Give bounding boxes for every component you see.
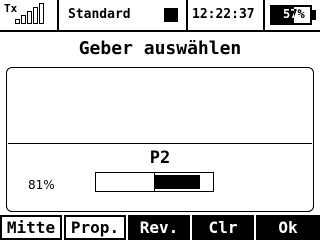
softkey-clr-label: Clr <box>208 218 238 237</box>
battery-percent: 57% <box>283 7 305 21</box>
status-bar: Tx Standard 12:22:37 57% <box>0 0 320 32</box>
softkey-mitte[interactable]: Mitte <box>0 215 62 240</box>
stop-icon <box>164 8 178 22</box>
softkey-rev[interactable]: Rev. <box>128 215 190 240</box>
tx-label: Tx <box>4 2 18 15</box>
panel-divider <box>8 143 312 144</box>
control-name: P2 <box>149 148 171 168</box>
clock: 12:22:37 <box>192 7 255 22</box>
control-gauge <box>95 172 214 192</box>
status-divider <box>263 0 265 30</box>
softkey-prop-label: Prop. <box>64 215 126 240</box>
softkey-rev-label: Rev. <box>139 218 179 237</box>
softkey-ok-label: Ok <box>278 218 298 237</box>
softkey-ok[interactable]: Ok <box>256 215 320 240</box>
softkey-prop[interactable]: Prop. <box>64 215 126 240</box>
page-title: Geber auswählen <box>78 38 242 59</box>
softkey-mitte-label: Mitte <box>0 215 62 240</box>
gauge-fill <box>155 175 200 189</box>
softkey-clr[interactable]: Clr <box>192 215 254 240</box>
battery-tip <box>312 10 316 20</box>
model-profile-name: Standard <box>68 7 131 22</box>
status-divider <box>57 0 59 30</box>
status-divider <box>186 0 188 30</box>
control-percent: 81% <box>28 178 55 192</box>
softkey-bar: Mitte Prop. Rev. Clr Ok <box>0 215 320 240</box>
